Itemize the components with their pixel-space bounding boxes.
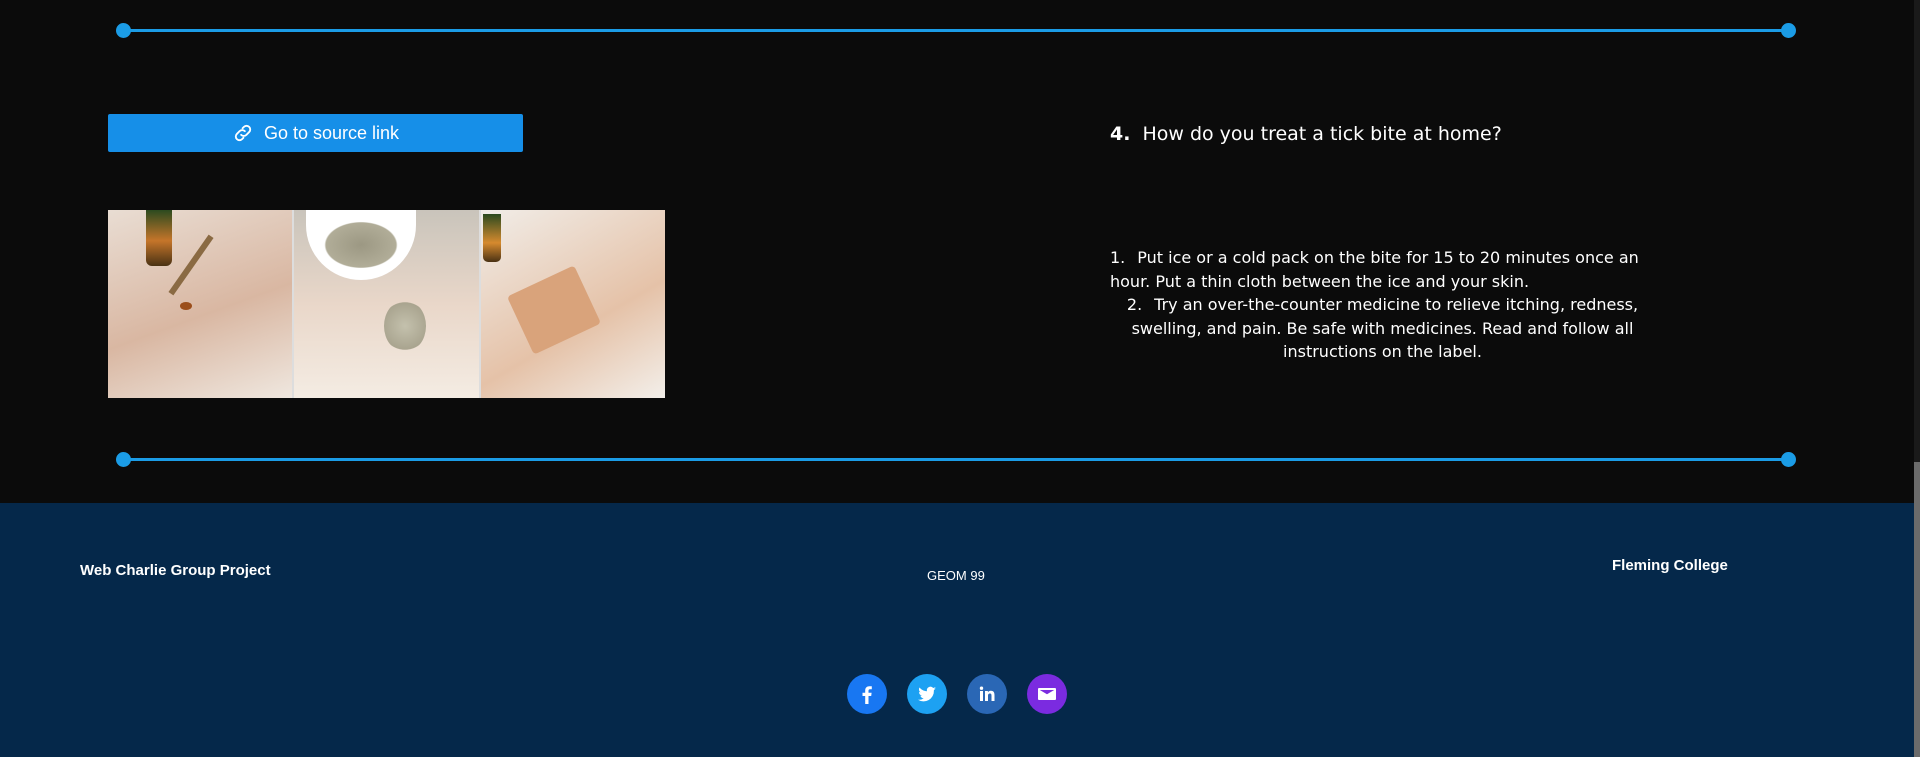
email-link[interactable] [1027, 674, 1067, 714]
divider-dot [1781, 452, 1796, 467]
linkedin-link[interactable] [967, 674, 1007, 714]
image-gallery [108, 210, 665, 398]
answer-item: 1. Put ice or a cold pack on the bite for… [1110, 246, 1655, 293]
email-icon [1038, 688, 1056, 700]
answer-text: 1. Put ice or a cold pack on the bite for… [1110, 246, 1655, 364]
answer-item-text: Put ice or a cold pack on the bite for 1… [1110, 248, 1639, 291]
bottle-graphic [482, 214, 501, 262]
photo-dropper-oil [108, 210, 293, 398]
facebook-link[interactable] [847, 674, 887, 714]
question-title: How do you treat a tick bite at home? [1142, 123, 1502, 145]
answer-item-text: Try an over-the-counter medicine to reli… [1131, 295, 1639, 361]
photo-bandage [480, 210, 665, 398]
top-divider [116, 23, 1796, 38]
footer-project-name: Web Charlie Group Project [80, 562, 271, 579]
divider-dot [116, 23, 131, 38]
answer-item: 2. Try an over-the-counter medicine to re… [1110, 293, 1655, 364]
question-number: 4. [1110, 123, 1131, 145]
page-scrollbar[interactable] [1914, 0, 1920, 757]
bottom-divider [116, 452, 1796, 467]
photo-clay-paste [294, 210, 479, 398]
footer-college-name: Fleming College [1612, 557, 1728, 574]
question-heading: 4. How do you treat a tick bite at home? [1110, 123, 1502, 145]
linkedin-icon [979, 686, 995, 701]
twitter-link[interactable] [907, 674, 947, 714]
clay-spot-graphic [384, 300, 427, 352]
facebook-icon [862, 686, 872, 704]
dropper-graphic [168, 234, 214, 296]
divider-dot [116, 452, 131, 467]
content-section: Go to source link 4. How do you treat a … [0, 0, 1914, 503]
answer-item-number: 2. [1126, 295, 1143, 314]
divider-dot [1781, 23, 1796, 38]
drop-graphic [180, 302, 192, 310]
source-link-label: Go to source link [263, 122, 400, 143]
twitter-icon [918, 686, 936, 702]
bowl-graphic [306, 210, 417, 280]
source-link-button[interactable]: Go to source link [108, 114, 523, 152]
site-footer: Web Charlie Group Project GEOM 99 Flemin… [0, 503, 1914, 757]
footer-course-code: GEOM 99 [927, 568, 985, 583]
bandage-graphic [506, 265, 601, 355]
scrollbar-thumb[interactable] [1914, 462, 1920, 757]
answer-item-number: 1. [1110, 248, 1126, 267]
social-links [847, 674, 1067, 714]
link-icon [234, 124, 252, 142]
bottle-graphic [146, 210, 172, 266]
